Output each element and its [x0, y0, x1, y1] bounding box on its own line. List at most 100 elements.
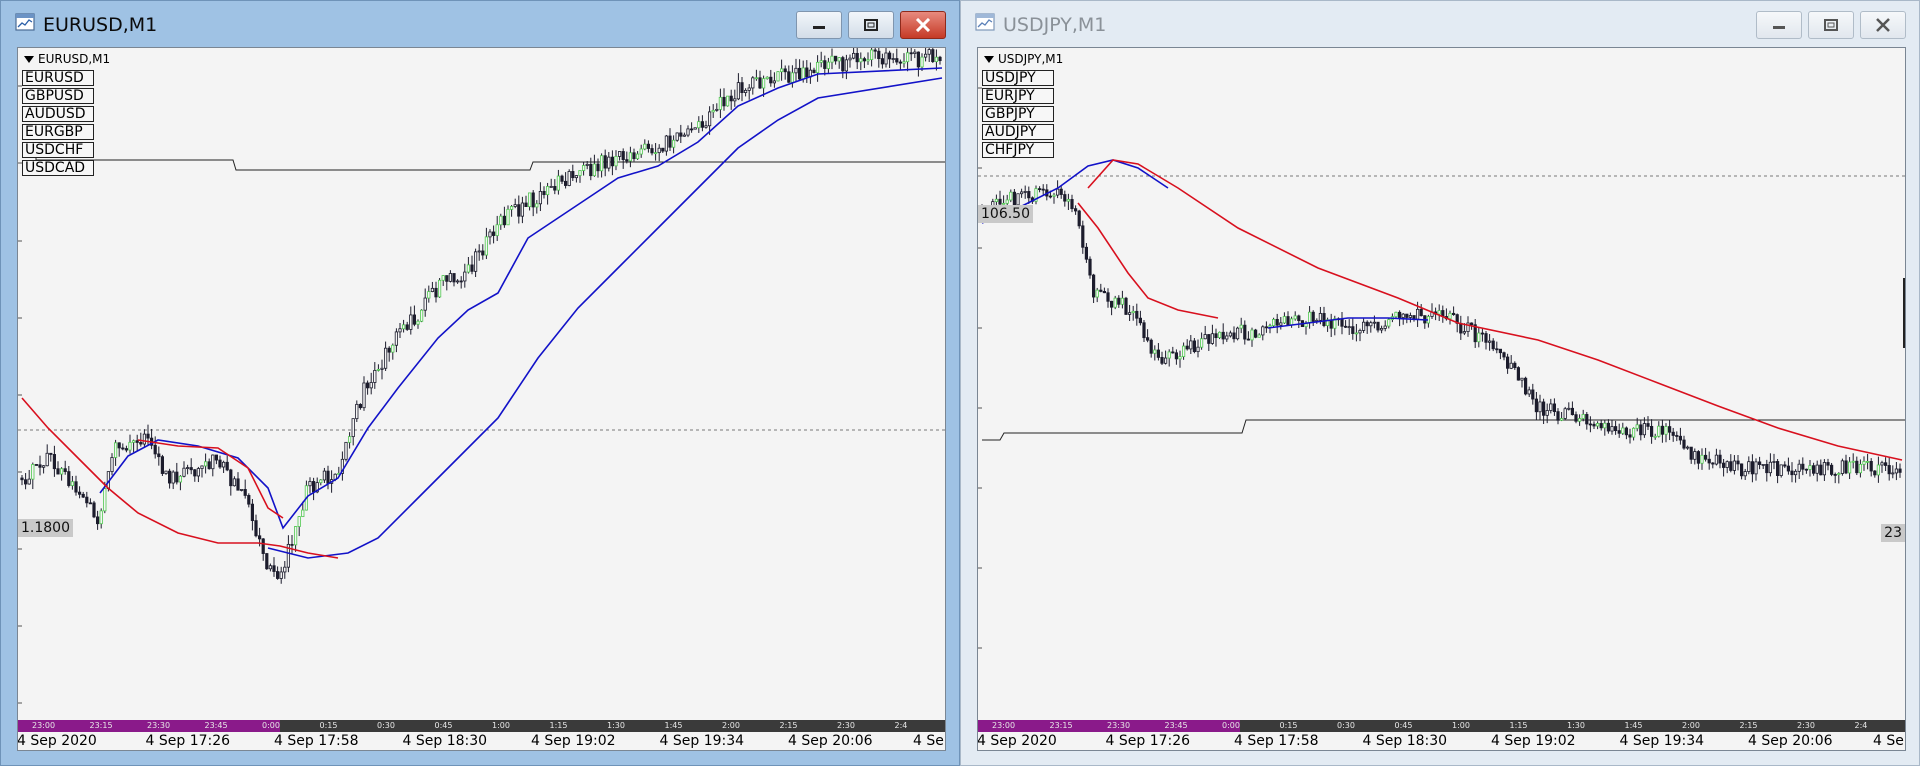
- candle-body: [1048, 195, 1052, 198]
- candle-body: [1246, 338, 1251, 341]
- chart-area[interactable]: EURUSD,M1 EURUSD GBPUSD AUDUSD EURGBP USDCHF…: [17, 47, 946, 751]
- candle-body: [355, 403, 359, 420]
- maximize-button[interactable]: [848, 11, 894, 39]
- candle-body: [1261, 326, 1265, 336]
- window-titlebar[interactable]: USDJPY,M1: [961, 1, 1919, 47]
- minimize-button[interactable]: [1756, 11, 1802, 39]
- session-tick-label: 1:15: [1509, 721, 1528, 730]
- date-tick-label: 4 Sep 2020: [977, 733, 1057, 749]
- candle-body: [1538, 401, 1542, 413]
- candle-body: [1603, 422, 1607, 429]
- candle-body: [657, 147, 661, 154]
- candle-body: [1646, 423, 1650, 427]
- candle-body: [383, 347, 388, 369]
- eurusd-price-chart[interactable]: [18, 48, 946, 751]
- candle-body: [412, 314, 417, 325]
- candle-body: [1732, 460, 1737, 471]
- candle-body: [1797, 463, 1801, 472]
- candle-body: [1376, 321, 1380, 331]
- candle-body: [1887, 465, 1891, 475]
- session-bar: 23:00 23:15 23:30 23:45 0:00 0:15 0:30 0:45 1:00…: [978, 720, 1905, 732]
- candle-body: [430, 287, 435, 292]
- window-titlebar[interactable]: EURUSD,M1: [1, 1, 959, 47]
- candle-body: [1891, 472, 1895, 475]
- candle-body: [1570, 407, 1575, 416]
- symbol-button-chfjpy[interactable]: CHFJPY: [982, 142, 1054, 158]
- symbol-button-usdcad[interactable]: USDCAD: [22, 160, 94, 176]
- candle-body: [1109, 300, 1114, 308]
- candle-body: [1092, 274, 1096, 298]
- candle-body: [347, 436, 352, 443]
- candle-body: [1783, 464, 1787, 467]
- candle-body: [661, 147, 665, 152]
- candle-body: [751, 77, 755, 89]
- candle-body: [1653, 435, 1657, 438]
- candle-body: [787, 71, 791, 83]
- close-button[interactable]: [900, 11, 946, 39]
- candle-body: [1524, 377, 1528, 395]
- usdjpy-price-chart[interactable]: [978, 48, 1906, 751]
- symbol-button-audusd[interactable]: AUDUSD: [22, 106, 94, 122]
- candle-body: [618, 151, 622, 157]
- candle-body: [906, 52, 910, 63]
- session-tick-label: 23:45: [204, 721, 228, 730]
- candle-body: [600, 155, 604, 172]
- candle-body: [1063, 194, 1067, 202]
- candle-body: [1776, 461, 1780, 476]
- candle-body: [1408, 315, 1413, 318]
- candle-body: [160, 456, 164, 474]
- candle-body: [423, 297, 427, 311]
- candle-body: [1131, 310, 1135, 314]
- candle-body: [873, 49, 877, 52]
- candle-body: [1866, 461, 1870, 463]
- candle-body: [1815, 464, 1819, 474]
- candle-body: [1102, 291, 1106, 294]
- candle-body: [841, 57, 845, 72]
- candle-body: [1743, 471, 1747, 477]
- candle-body: [1318, 313, 1323, 321]
- chart-area[interactable]: USDJPY,M1 USDJPY EURJPY GBPJPY AUDJPY CHFJPY…: [977, 47, 1906, 751]
- minimize-button[interactable]: [796, 11, 842, 39]
- chart-symbol-header[interactable]: USDJPY,M1: [984, 52, 1063, 66]
- candle-body: [790, 72, 795, 83]
- symbol-button-eurusd[interactable]: EURUSD: [22, 70, 94, 86]
- candle-body: [1718, 454, 1722, 464]
- candle-body: [409, 314, 413, 330]
- candle-body: [571, 171, 575, 179]
- eurusd-chart-window[interactable]: EURUSD,M1 EURUSD,M1 EURUSD GBPUSD AUDUSD EU…: [0, 0, 960, 766]
- symbol-button-audjpy[interactable]: AUDJPY: [982, 124, 1054, 140]
- candle-body: [1794, 470, 1798, 476]
- candle-body: [1858, 463, 1863, 474]
- symbol-button-usdjpy[interactable]: USDJPY: [982, 70, 1054, 86]
- symbol-button-eurjpy[interactable]: EURJPY: [982, 88, 1054, 104]
- symbol-button-eurgbp[interactable]: EURGBP: [22, 124, 94, 140]
- candle-body: [1239, 324, 1243, 329]
- maximize-button[interactable]: [1808, 11, 1854, 39]
- candle-body: [1657, 425, 1661, 437]
- candle-body: [916, 51, 921, 68]
- candle-body: [1437, 310, 1441, 315]
- candle-body: [311, 481, 316, 493]
- date-tick-label: 4 Sep 20:06: [788, 733, 873, 749]
- candle-body: [1502, 352, 1506, 358]
- usdjpy-chart-window[interactable]: USDJPY,M1 USDJPY,M1 USDJPY EURJPY GBPJPY AU…: [960, 0, 1920, 766]
- session-tick-label: 23:00: [32, 721, 56, 730]
- candle-body: [481, 250, 485, 256]
- symbol-button-gbpusd[interactable]: GBPUSD: [22, 88, 94, 104]
- candle-body: [1635, 424, 1639, 429]
- candle-body: [63, 468, 67, 472]
- close-button[interactable]: [1860, 11, 1906, 39]
- candle-body: [502, 215, 507, 226]
- candle-body: [1592, 423, 1596, 427]
- candle-body: [722, 96, 726, 107]
- symbol-button-usdchf[interactable]: USDCHF: [22, 142, 94, 158]
- candle-body: [441, 275, 445, 281]
- candle-body: [1351, 326, 1355, 334]
- candle-body: [1207, 334, 1211, 344]
- candle-body: [506, 208, 510, 226]
- chart-symbol-header[interactable]: EURUSD,M1: [24, 52, 110, 66]
- candle-body: [157, 453, 161, 458]
- candle-body: [232, 478, 236, 487]
- symbol-button-gbpjpy[interactable]: GBPJPY: [982, 106, 1054, 122]
- candle-body: [49, 452, 53, 455]
